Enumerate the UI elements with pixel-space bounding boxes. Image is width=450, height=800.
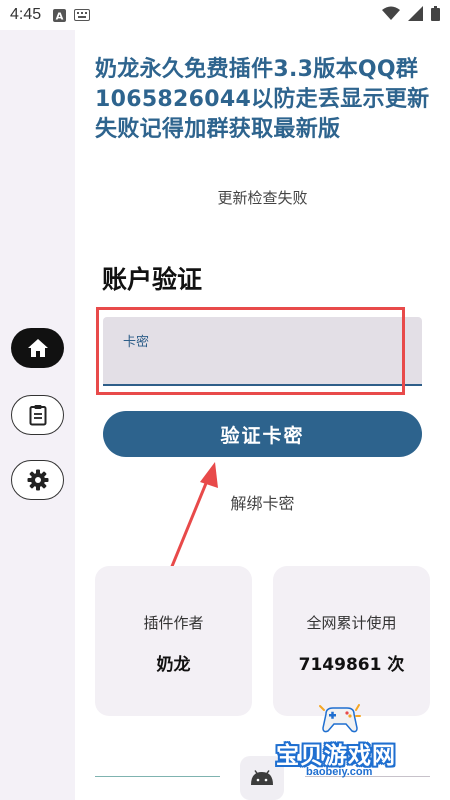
navigation-rail <box>0 30 75 800</box>
verify-card-button[interactable]: 验证卡密 <box>103 411 422 457</box>
svg-text:A: A <box>56 11 64 22</box>
nav-settings-button[interactable] <box>11 460 64 500</box>
unbind-card-link[interactable]: 解绑卡密 <box>75 490 450 514</box>
gear-icon <box>27 469 48 491</box>
home-icon <box>27 339 48 357</box>
watermark-text: 宝贝游戏网 <box>276 743 396 769</box>
nav-home-button[interactable] <box>11 328 64 368</box>
author-label: 插件作者 <box>143 614 204 632</box>
divider <box>95 776 220 777</box>
signal-icon <box>408 6 423 21</box>
battery-icon <box>431 6 440 21</box>
main-content: 奶龙永久免费插件3.3版本QQ群1065826044以防走丢显示更新失败记得加群… <box>75 30 450 800</box>
usage-card: 全网累计使用 7149861 次 <box>273 566 430 716</box>
clipboard-icon <box>29 405 46 426</box>
watermark-logo: 宝贝游戏网 baobeiy.com <box>268 702 428 782</box>
notice-title: 奶龙永久免费插件3.3版本QQ群1065826044以防走丢显示更新失败记得加群… <box>95 57 430 142</box>
status-bar: 4:45 A <box>0 0 450 30</box>
update-status-text: 更新检查失败 <box>217 189 308 207</box>
keyboard-icon <box>74 9 91 21</box>
nav-clipboard-button[interactable] <box>11 395 64 435</box>
status-time: 4:45 <box>10 6 42 23</box>
author-card: 插件作者 奶龙 <box>95 566 252 716</box>
watermark-url: baobeiy.com <box>306 766 373 778</box>
annotation-highlight-box <box>96 307 405 395</box>
usage-label: 全网累计使用 <box>306 614 397 632</box>
section-title: 账户验证 <box>102 265 203 294</box>
wifi-icon <box>382 6 400 20</box>
a-box-icon: A <box>53 8 67 22</box>
author-value: 奶龙 <box>156 655 191 675</box>
usage-value: 7149861 次 <box>298 655 405 675</box>
gamepad-icon <box>319 704 361 733</box>
